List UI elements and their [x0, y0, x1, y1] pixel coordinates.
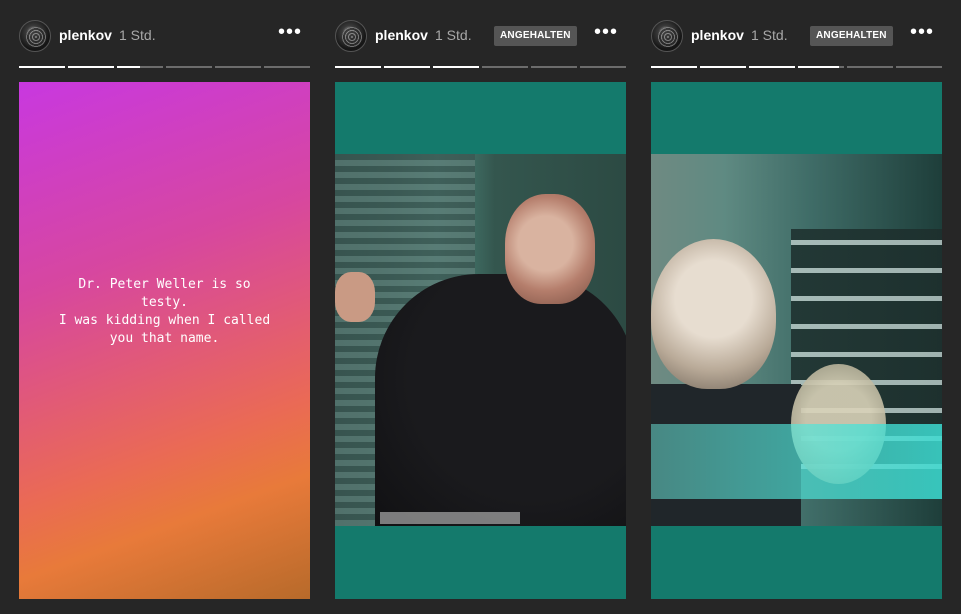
progress-bar: [651, 66, 942, 68]
progress-segment: [215, 66, 261, 68]
story-column-1[interactable]: plenkov 1 Std. ••• Dr. Peter Weller is s…: [19, 0, 310, 614]
progress-segment: [700, 66, 746, 68]
progress-segment: [798, 66, 844, 68]
progress-segment: [651, 66, 697, 68]
avatar[interactable]: [651, 20, 683, 52]
progress-segment: [482, 66, 528, 68]
progress-segment: [847, 66, 893, 68]
paused-badge: ANGEHALTEN: [810, 26, 893, 46]
story-column-3[interactable]: plenkov 1 Std. ANGEHALTEN •••: [651, 0, 942, 614]
caption-line: you that name.: [109, 331, 220, 346]
person-hand-image: [335, 272, 375, 322]
story-caption: Dr. Peter Weller is so testy. I was kidd…: [19, 276, 310, 348]
progress-segment: [749, 66, 795, 68]
username[interactable]: plenkov: [59, 27, 112, 43]
timestamp: 1 Std.: [435, 27, 472, 43]
video-player-controls: [380, 512, 520, 524]
progress-segment: [384, 66, 430, 68]
progress-segment: [68, 66, 114, 68]
username[interactable]: plenkov: [691, 27, 744, 43]
caption-line: Dr. Peter Weller is so: [78, 277, 251, 292]
progress-segment-fill: [68, 66, 114, 68]
progress-segment: [117, 66, 163, 68]
story-header: plenkov 1 Std. •••: [19, 18, 310, 52]
progress-segment: [433, 66, 479, 68]
progress-segment-fill: [335, 66, 381, 68]
avatar[interactable]: [19, 20, 51, 52]
light-beam-image: [651, 424, 942, 499]
video-still[interactable]: [335, 154, 626, 526]
progress-segment: [166, 66, 212, 68]
progress-segment: [335, 66, 381, 68]
story-header: plenkov 1 Std. ANGEHALTEN •••: [651, 18, 942, 52]
progress-bar: [19, 66, 310, 68]
progress-segment-fill: [433, 66, 479, 68]
timestamp: 1 Std.: [119, 27, 156, 43]
progress-segment-fill: [19, 66, 65, 68]
more-options-icon[interactable]: •••: [594, 22, 618, 42]
video-still[interactable]: [651, 154, 942, 526]
progress-segment-fill: [749, 66, 795, 68]
story-frame-text[interactable]: Dr. Peter Weller is so testy. I was kidd…: [19, 82, 310, 599]
story-frame-video[interactable]: [651, 82, 942, 599]
caption-line: I was kidding when I called: [58, 313, 271, 328]
story-column-2[interactable]: plenkov 1 Std. ANGEHALTEN •••: [335, 0, 626, 614]
caption-line: testy.: [141, 295, 188, 310]
progress-segment-fill: [117, 66, 140, 68]
progress-segment: [264, 66, 310, 68]
progress-segment-fill: [798, 66, 840, 68]
progress-segment-fill: [384, 66, 430, 68]
username[interactable]: plenkov: [375, 27, 428, 43]
more-options-icon[interactable]: •••: [278, 22, 302, 42]
progress-segment: [580, 66, 626, 68]
person-head-image: [505, 194, 595, 304]
avatar[interactable]: [335, 20, 367, 52]
story-frame-video[interactable]: [335, 82, 626, 599]
more-options-icon[interactable]: •••: [910, 22, 934, 42]
progress-segment: [19, 66, 65, 68]
paused-badge: ANGEHALTEN: [494, 26, 577, 46]
timestamp: 1 Std.: [751, 27, 788, 43]
person-body-image: [375, 274, 626, 526]
progress-bar: [335, 66, 626, 68]
progress-segment-fill: [651, 66, 697, 68]
progress-segment: [531, 66, 577, 68]
story-header: plenkov 1 Std. ANGEHALTEN •••: [335, 18, 626, 52]
person-head-image: [651, 239, 776, 389]
progress-segment: [896, 66, 942, 68]
progress-segment-fill: [700, 66, 746, 68]
